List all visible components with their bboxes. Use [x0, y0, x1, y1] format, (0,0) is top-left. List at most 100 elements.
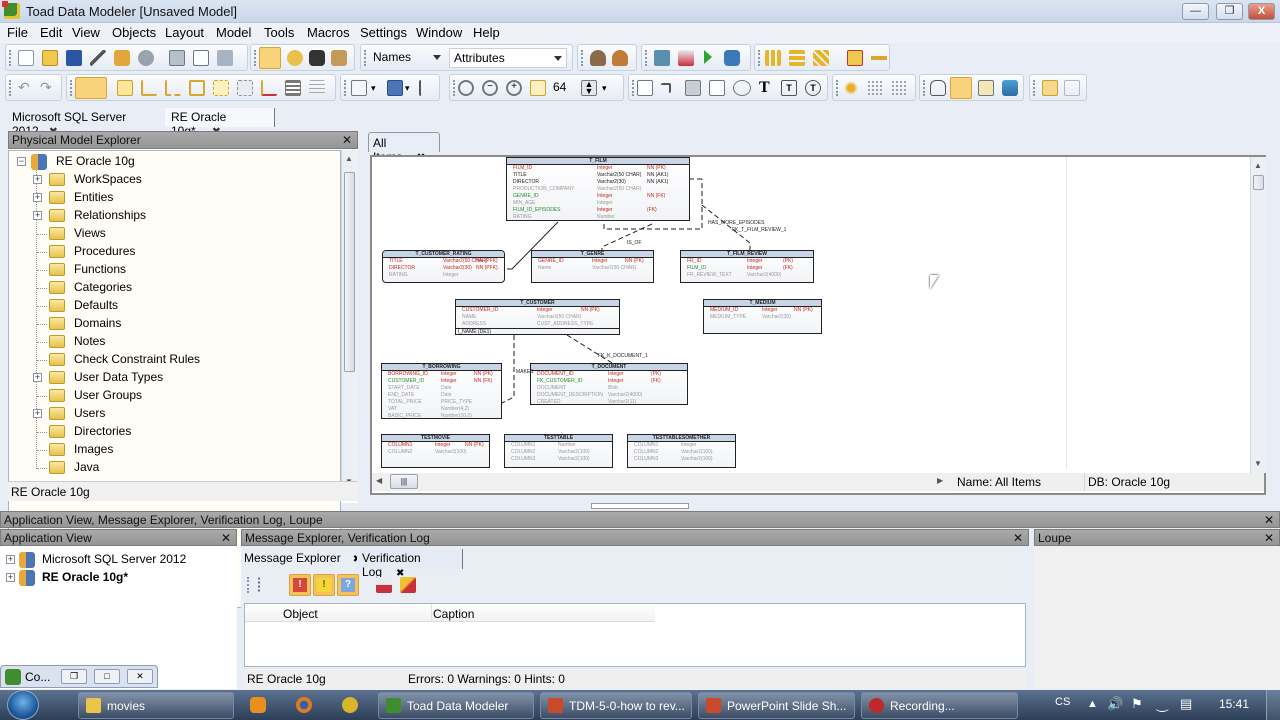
tab-message-explorer[interactable]: Message Explorer✖	[244, 551, 361, 569]
entity-attribute[interactable]: ADDRESS CUST_ADDRESS_TYPE	[456, 321, 619, 328]
relationship-line[interactable]	[501, 335, 515, 404]
toolbar-grip[interactable]	[9, 50, 11, 66]
entity-attribute[interactable]: FR_ID Integer (PK)	[681, 258, 813, 265]
close-panel-icon[interactable]: ✕	[1264, 531, 1274, 545]
app-shortcut-icon[interactable]	[342, 697, 358, 713]
tab-microsoft-sql-server-2012[interactable]: Microsoft SQL Server 2012✖	[6, 108, 164, 138]
menu-file[interactable]: File	[7, 25, 28, 40]
page-setup-icon[interactable]	[387, 80, 403, 96]
overview-icon[interactable]	[950, 77, 972, 99]
taskbar-item-recording[interactable]: Recording...	[861, 692, 1018, 719]
procedure-tool-icon[interactable]	[285, 80, 301, 96]
move-icon[interactable]	[1002, 80, 1018, 96]
generate-script-icon[interactable]	[724, 50, 740, 66]
note-tool-icon[interactable]	[637, 80, 653, 96]
entity-attribute[interactable]: CUSTOMER_ID Integer NN (PK)	[456, 307, 619, 314]
verify-model-icon[interactable]	[678, 50, 694, 66]
user-icon[interactable]	[590, 50, 606, 66]
expand-icon[interactable]: +	[6, 573, 15, 582]
zoom-in-icon[interactable]: +	[506, 80, 522, 96]
attributes-combo[interactable]: Attributes	[449, 48, 567, 68]
scroll-down-icon[interactable]: ▼	[1254, 459, 1262, 468]
display-mode-icon[interactable]	[978, 80, 994, 96]
entity-attribute[interactable]: NAME Varchar2(50 CHAR)	[456, 314, 619, 321]
verify-all-icon[interactable]	[400, 577, 416, 593]
entity-box[interactable]: T_GENRE GENRE_ID Integer NN (PK) Name Varchar…	[531, 250, 654, 283]
entity-tool-icon[interactable]	[117, 80, 133, 96]
add-model-icon[interactable]	[654, 50, 670, 66]
close-button[interactable]: ✕	[127, 669, 153, 684]
entity-attribute[interactable]: START_DATE Date	[382, 385, 501, 392]
show-hidden-icons-icon[interactable]: ▲	[1087, 698, 1098, 710]
volume-icon[interactable]: 🔊	[1107, 696, 1123, 712]
properties-icon[interactable]	[138, 50, 154, 66]
self-relationship-icon[interactable]	[189, 80, 205, 96]
text-tool-icon[interactable]: T	[759, 80, 775, 96]
warnings-filter-button[interactable]: !	[313, 574, 335, 596]
scrollbar-thumb[interactable]	[1253, 175, 1264, 190]
minimize-button[interactable]: —	[1182, 3, 1209, 20]
expand-icon[interactable]: +	[33, 193, 42, 202]
clock[interactable]: 15:41	[1219, 697, 1249, 711]
menu-help[interactable]: Help	[473, 25, 500, 40]
entity-attribute[interactable]: MEDIUM_TYPE Varchar2(30)	[704, 314, 821, 321]
entity-attribute[interactable]: COLUMN3 Varchar2(100)	[505, 456, 612, 463]
non-identifying-relationship-icon[interactable]	[165, 80, 181, 96]
tab-verification-log[interactable]: Verification Log ✖	[357, 549, 463, 579]
toolbar-grip[interactable]	[453, 80, 455, 96]
relationship-line[interactable]	[601, 223, 653, 250]
expand-icon[interactable]: +	[33, 409, 42, 418]
network-icon[interactable]: ▤	[1180, 696, 1192, 712]
entity-attribute[interactable]: END_DATE Date	[382, 392, 501, 399]
toolbar-grip[interactable]	[645, 50, 647, 66]
entity-attribute[interactable]: Name Varchar2(50 CHAR)	[532, 265, 653, 272]
entity-attribute[interactable]: RATING Integer	[383, 272, 504, 279]
close-panel-icon[interactable]: ✕	[342, 133, 352, 147]
users-icon[interactable]	[612, 50, 628, 66]
entity-attribute[interactable]: TITLE Varchar2(50 CHAR) NN (PFK)	[383, 258, 504, 265]
open-folder-icon[interactable]	[42, 50, 58, 66]
names-combo[interactable]: Names	[369, 48, 445, 68]
entity-attribute[interactable]: GENRE_ID Integer NN (FK)	[507, 193, 689, 200]
explorer-scrollbar[interactable]: ▲ ▼	[341, 150, 358, 491]
pointer-tool-icon[interactable]	[75, 77, 107, 99]
relationship-tool-icon[interactable]	[141, 80, 157, 96]
entity-attribute[interactable]: BASIC_PRICE Number(10,2)	[382, 413, 501, 418]
restore-button[interactable]: ❐	[61, 669, 87, 684]
undo-icon[interactable]: ↶	[18, 80, 34, 96]
entity-attribute[interactable]: COLUMN1 Integer	[628, 442, 735, 449]
scroll-up-icon[interactable]: ▲	[1254, 161, 1262, 170]
entity-box[interactable]: TESTTABLE COLUMN1 Number COLUMN2 Varchar2(10…	[504, 434, 613, 468]
toolbar-grip[interactable]	[247, 577, 249, 593]
hand-tool-icon[interactable]	[930, 80, 946, 96]
toolbar-grip[interactable]	[758, 50, 760, 66]
entity-attribute[interactable]: DOCUMENT_ID Integer (PK)	[531, 371, 687, 378]
collapse-icon[interactable]: −	[17, 157, 26, 166]
export-icon[interactable]	[90, 50, 106, 66]
action-center-flag-icon[interactable]: ⚑	[1131, 696, 1143, 712]
close-panel-icon[interactable]: ✕	[1013, 531, 1023, 545]
entity-box[interactable]: T_BORROWING BORROWING_ID Integer NN (PK) CUS…	[381, 363, 502, 419]
entity-attribute[interactable]: DIRECTOR Varchar2(30) NN (PFK)	[383, 265, 504, 272]
entity-attribute[interactable]: COLUMN2 Varchar2(100)	[505, 449, 612, 456]
chevron-down-icon[interactable]: ▾	[602, 80, 618, 96]
diagram-hscrollbar[interactable]: ◀ ||| ▶	[372, 473, 952, 491]
note-link-icon[interactable]	[661, 83, 671, 93]
run-icon[interactable]	[704, 50, 712, 64]
rectangle-tool-icon[interactable]	[709, 80, 725, 96]
hierarchy-icon[interactable]	[258, 577, 274, 593]
menu-macros[interactable]: Macros	[307, 25, 350, 40]
expand-icon[interactable]: +	[6, 555, 15, 564]
entity-attribute[interactable]: DIRECTOR Varchar2(30) NN (AK1)	[507, 179, 689, 186]
grid-layout-icon[interactable]	[813, 50, 829, 66]
entity-box[interactable]: T_DOCUMENT DOCUMENT_ID Integer (PK) FK_CUSTO…	[530, 363, 688, 405]
redo-icon[interactable]: ↷	[40, 80, 56, 96]
expand-icon[interactable]: +	[33, 211, 42, 220]
entity-attribute[interactable]: COLUMN1 Integer NN (PK)	[382, 442, 489, 449]
toolbar-grip[interactable]	[632, 80, 634, 96]
entity-attribute[interactable]: FILM_ID_EPISODES Integer (FK)	[507, 207, 689, 214]
errors-filter-button[interactable]: !	[289, 574, 311, 596]
notation-icon[interactable]	[1042, 80, 1058, 96]
entity-attribute[interactable]: COLUMN2 Varchar2(100)	[628, 449, 735, 456]
entity-box[interactable]: T_CUSTOMER_RATING TITLE Varchar2(50 CHAR) N…	[382, 250, 505, 283]
